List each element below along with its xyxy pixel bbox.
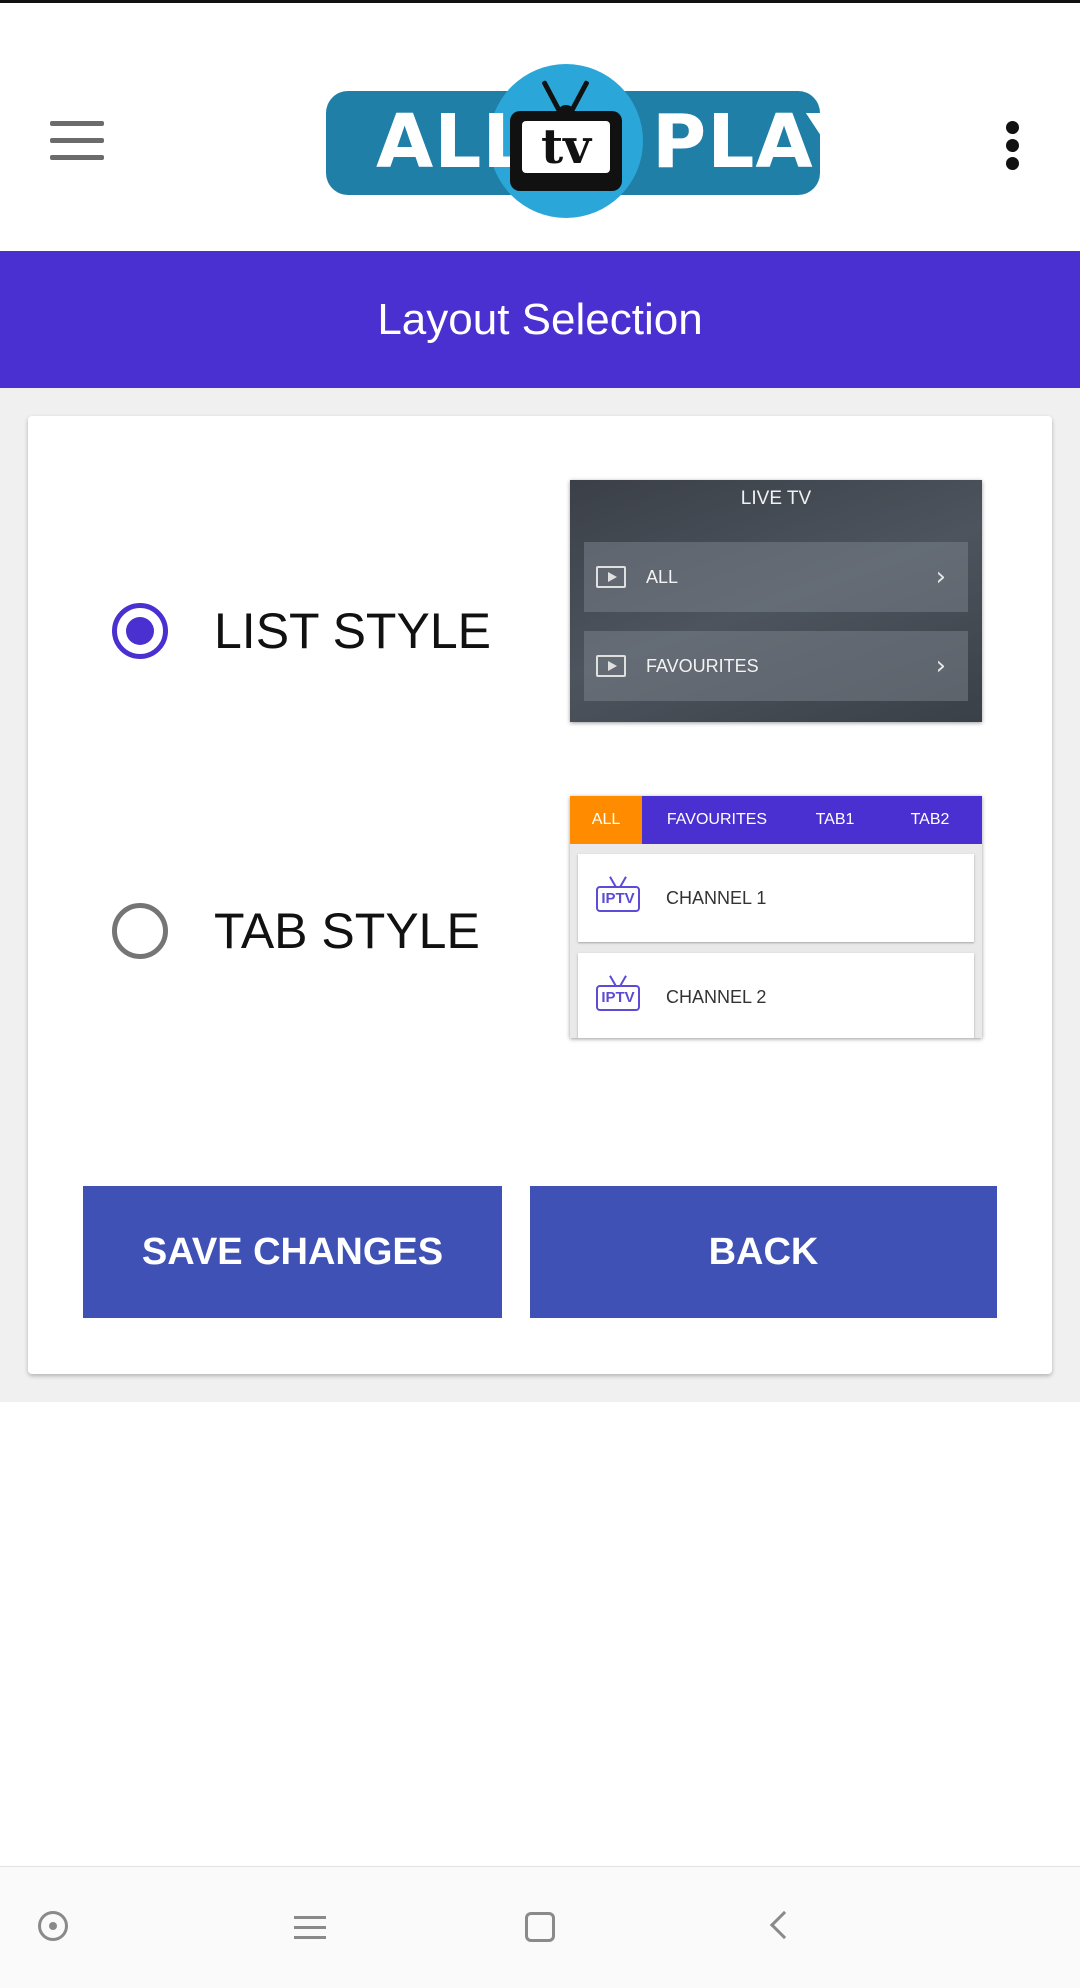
preview-tab: TAB2 <box>910 811 950 828</box>
tab-style-radio[interactable] <box>112 903 168 959</box>
tv-icon: tv <box>510 111 622 191</box>
preview-tab: TAB1 <box>815 811 855 828</box>
list-style-label: LIST STYLE <box>214 603 491 659</box>
tab-style-preview[interactable]: ALL FAVOURITES TAB1 TAB2 IPTV CHANNEL 1 … <box>570 796 982 1038</box>
chevron-right-icon: › <box>935 562 946 592</box>
circle-dot-icon[interactable] <box>34 1907 74 1947</box>
iptv-logo-icon: IPTV <box>596 876 640 920</box>
list-style-preview[interactable]: LIVE TV ALL › FAVOURITES › <box>570 480 982 722</box>
preview-list-row: FAVOURITES › <box>584 631 968 701</box>
system-nav-bar <box>0 1866 1080 1988</box>
menu-lines-icon[interactable] <box>290 1907 330 1947</box>
tab-style-label: TAB STYLE <box>214 903 480 959</box>
hamburger-menu-icon[interactable] <box>50 121 104 161</box>
title-bar: Layout Selection <box>0 251 1080 388</box>
iptv-logo-text: IPTV <box>596 886 640 912</box>
list-style-radio[interactable] <box>112 603 168 659</box>
app-bar: ALL tv PLAY <box>0 3 1080 251</box>
iptv-logo-icon: IPTV <box>596 975 640 1019</box>
logo-word-tv: tv <box>522 121 610 173</box>
preview-channel-row: IPTV CHANNEL 2 <box>578 953 974 1038</box>
play-screen-icon <box>596 566 626 588</box>
preview-live-tv-title: LIVE TV <box>740 488 812 509</box>
layout-card: LIST STYLE LIVE TV ALL › FAVOURITES › TA… <box>28 416 1052 1374</box>
save-changes-button[interactable]: SAVE CHANGES <box>83 1186 502 1318</box>
preview-channel-row: IPTV CHANNEL 1 <box>578 854 974 942</box>
preview-channel-label: CHANNEL 1 <box>666 887 767 908</box>
preview-list-row-label: ALL <box>646 566 679 587</box>
logo-word-play: PLAY <box>652 99 862 185</box>
tab-style-option[interactable]: TAB STYLE <box>112 886 532 976</box>
page-title: Layout Selection <box>377 294 703 344</box>
back-button[interactable]: BACK <box>530 1186 997 1318</box>
preview-tab: FAVOURITES <box>666 811 768 828</box>
preview-list-row: ALL › <box>584 542 968 612</box>
more-vert-icon[interactable] <box>998 119 1028 171</box>
logo-word-all: ALL <box>376 99 531 185</box>
list-style-option[interactable]: LIST STYLE <box>112 586 532 676</box>
preview-tab-bar: ALL FAVOURITES TAB1 TAB2 <box>570 796 982 844</box>
chevron-back-icon[interactable] <box>760 1907 800 1947</box>
preview-channel-label: CHANNEL 2 <box>666 986 767 1007</box>
play-screen-icon <box>596 655 626 677</box>
preview-list-row-label: FAVOURITES <box>646 655 759 676</box>
preview-tab: ALL <box>570 796 642 844</box>
app-logo: ALL tv PLAY <box>326 61 860 223</box>
chevron-right-icon: › <box>935 651 946 681</box>
iptv-logo-text: IPTV <box>596 985 640 1011</box>
square-home-icon[interactable] <box>520 1907 560 1947</box>
